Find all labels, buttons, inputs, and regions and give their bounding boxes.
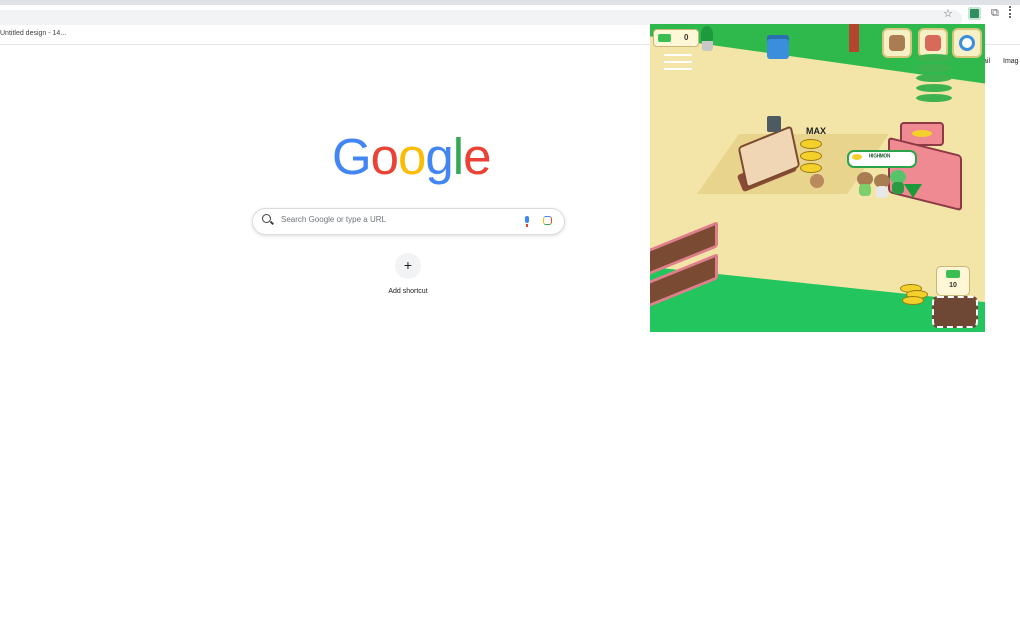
- game-popup[interactable]: 0 MAX ᴴᴵᴳᴴᴹᴼᴺ 10: [650, 24, 985, 332]
- bookmark-item[interactable]: Untitled design - 14...: [0, 30, 66, 37]
- basket-stack: [916, 54, 952, 110]
- cash-register-icon: [767, 116, 781, 132]
- banana-icon: [912, 130, 932, 137]
- cash-icon: [946, 270, 960, 278]
- images-link[interactable]: Imag: [1003, 58, 1019, 65]
- price-badge: 10: [936, 266, 970, 296]
- add-shortcut-label: Add shortcut: [388, 288, 428, 295]
- logo-letter: G: [332, 128, 372, 185]
- trash-icon[interactable]: [767, 35, 789, 59]
- menu-dots-icon[interactable]: [1009, 6, 1013, 18]
- mic-icon[interactable]: [525, 216, 529, 227]
- gear-icon: [959, 35, 975, 51]
- settings-button[interactable]: [952, 28, 982, 58]
- logo-letter: e: [463, 128, 491, 185]
- monkey-cashier: [810, 174, 824, 188]
- hire-monkey-button[interactable]: [882, 28, 912, 58]
- monkey-upgrade-icon: [889, 35, 905, 51]
- cash-value: 0: [684, 33, 689, 42]
- logo-letter: l: [452, 128, 464, 185]
- banana-stack: [800, 139, 822, 179]
- search-icon: [262, 214, 271, 223]
- search-box[interactable]: [252, 208, 565, 235]
- speech-bubble: ᴴᴵᴳᴴᴹᴼᴺ: [847, 150, 917, 168]
- plant-decoration: [698, 24, 716, 52]
- add-shortcut-button[interactable]: +: [395, 253, 421, 279]
- banana-pile[interactable]: [898, 274, 928, 305]
- drop-zone[interactable]: [932, 296, 978, 328]
- cash-icon: [658, 34, 671, 42]
- google-logo: Google: [332, 127, 492, 187]
- banana-icon: [852, 154, 862, 160]
- search-input[interactable]: [281, 215, 501, 224]
- shop-icon: [925, 35, 941, 51]
- max-label: MAX: [806, 126, 826, 136]
- price-value: 10: [949, 282, 957, 289]
- lens-icon[interactable]: [543, 216, 552, 225]
- arrow-down-icon: [904, 184, 922, 198]
- toolbar: [0, 5, 1020, 28]
- extension-icon[interactable]: [968, 7, 981, 20]
- logo-letter: o: [370, 128, 399, 185]
- logo-letter: g: [425, 128, 453, 185]
- bookmark-star-icon[interactable]: ☆: [943, 7, 953, 21]
- hamburger-icon[interactable]: [664, 54, 692, 70]
- cash-counter: 0: [653, 29, 699, 47]
- speech-text: ᴴᴵᴳᴴᴹᴼᴺ: [869, 154, 891, 161]
- tree-trunk: [849, 24, 859, 52]
- puzzle-icon[interactable]: ⧉: [991, 6, 999, 20]
- logo-letter: o: [398, 128, 426, 185]
